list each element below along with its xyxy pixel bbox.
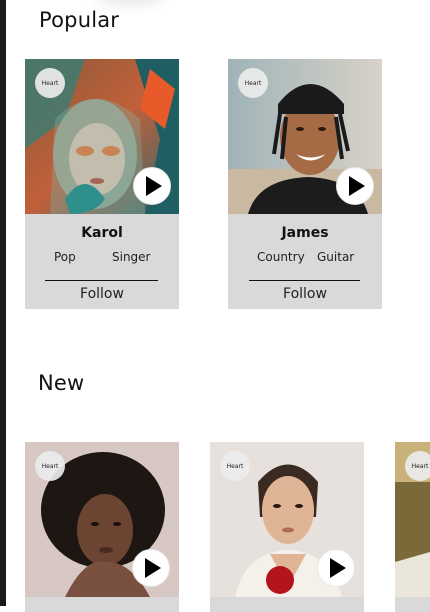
play-button[interactable] xyxy=(317,549,355,587)
window-edge xyxy=(0,0,6,606)
artist-photo: Heart xyxy=(210,442,364,597)
heart-button[interactable]: Heart xyxy=(35,68,65,98)
heart-button[interactable]: Heart xyxy=(238,68,268,98)
instrument-tag: Guitar xyxy=(317,250,355,264)
play-button[interactable] xyxy=(132,549,170,587)
artist-photo: Heart xyxy=(25,442,179,597)
heart-button[interactable]: Heart xyxy=(405,451,430,481)
play-button[interactable] xyxy=(133,167,171,205)
artist-card-james[interactable]: Heart James Country Guitar Follow xyxy=(228,59,382,309)
heart-button[interactable]: Heart xyxy=(220,451,250,481)
follow-button[interactable]: Follow xyxy=(228,286,382,302)
new-artist-card-2[interactable]: Heart xyxy=(210,442,364,612)
new-artist-card-1[interactable]: Heart xyxy=(25,442,179,612)
genre-tag: Pop xyxy=(54,250,76,264)
play-icon xyxy=(146,176,162,196)
artist-photo: Heart xyxy=(228,59,382,214)
play-icon xyxy=(145,558,161,578)
section-title-new: New xyxy=(38,371,85,395)
artist-name: James xyxy=(281,225,329,241)
divider xyxy=(45,280,158,281)
role-tag: Singer xyxy=(112,250,151,264)
play-icon xyxy=(349,176,365,196)
heart-button[interactable]: Heart xyxy=(35,451,65,481)
section-title-popular: Popular xyxy=(39,8,120,32)
new-artist-card-3[interactable]: Heart xyxy=(395,442,430,612)
artist-photo: Heart xyxy=(25,59,179,214)
top-shadow xyxy=(95,0,165,4)
artist-name: Karol xyxy=(81,225,123,241)
genre-tag: Country xyxy=(257,250,305,264)
follow-button[interactable]: Follow xyxy=(25,286,179,302)
artist-card-karol[interactable]: Heart Karol Pop Singer Follow xyxy=(25,59,179,309)
divider xyxy=(249,280,360,281)
play-icon xyxy=(330,558,346,578)
play-button[interactable] xyxy=(336,167,374,205)
artist-photo: Heart xyxy=(395,442,430,597)
